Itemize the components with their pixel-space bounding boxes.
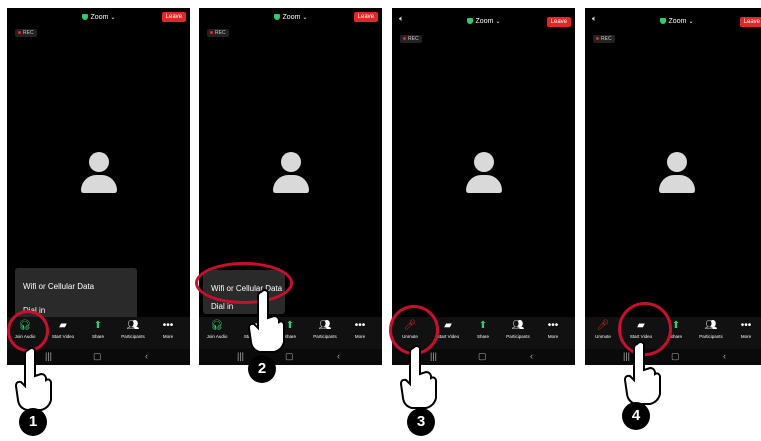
back-icon[interactable]: ‹	[337, 351, 340, 361]
participants-icon: 👥︎	[511, 320, 525, 331]
meeting-toolbar: 🎤︎ Unmute ▰ Start Video ⬆ Share 👥︎ Participa…	[585, 317, 761, 349]
chevron-down-icon: ⌄	[688, 19, 694, 25]
step-number-4: 4	[622, 402, 650, 430]
shield-icon	[81, 14, 88, 20]
rec-badge: REC	[593, 35, 615, 43]
participant-avatar	[466, 152, 502, 198]
step-number-2: 2	[248, 355, 276, 383]
more-button[interactable]: ••• More	[345, 319, 375, 339]
participants-button[interactable]: 👥︎ Participants	[310, 319, 340, 339]
step-number-1: 1	[19, 408, 47, 436]
share-icon: ⬆	[93, 320, 103, 331]
rec-dot-icon	[18, 31, 21, 34]
rec-badge: REC	[207, 29, 229, 37]
home-icon[interactable]: ▢	[285, 351, 294, 362]
rec-badge: REC	[400, 35, 422, 43]
share-button[interactable]: ⬆ Share	[83, 319, 113, 339]
rec-dot-icon	[596, 37, 599, 40]
participant-avatar	[659, 152, 695, 198]
join-audio-button[interactable]: 🎧︎ Join Audio	[202, 319, 232, 339]
more-icon: •••	[740, 320, 752, 331]
back-icon[interactable]: ‹	[530, 351, 533, 361]
phone-screen-4: 🔈︎ Zoom ⌄ Leave REC 🎤︎ Unmute ▰ Start Video…	[585, 8, 761, 365]
share-button[interactable]: ⬆ Share	[468, 319, 498, 339]
pointing-hand-icon	[247, 289, 285, 353]
home-icon[interactable]: ▢	[671, 351, 680, 362]
chevron-down-icon: ⌄	[495, 19, 501, 25]
meeting-toolbar: 🎧︎Join Audio ▰Start Video ⬆Share 👥︎Parti…	[199, 317, 382, 349]
pointing-hand-icon	[14, 347, 52, 411]
phone-screen-2: Zoom ⌄ Leave REC Wifi or Cellular Data Di…	[199, 8, 382, 365]
share-icon: ⬆	[478, 320, 488, 331]
video-off-icon: ▰	[59, 320, 67, 331]
participants-button[interactable]: 👥︎ Participants	[118, 319, 148, 339]
headphones-icon: 🎧︎	[210, 320, 224, 331]
leave-button[interactable]: Leave	[739, 17, 761, 27]
more-button[interactable]: ••• More	[538, 319, 568, 339]
shield-icon	[466, 18, 473, 24]
shield-icon	[273, 14, 280, 20]
android-nav-bar: ||| ▢ ‹	[199, 349, 382, 365]
recent-apps-icon[interactable]: |||	[237, 351, 244, 361]
rec-dot-icon	[210, 31, 213, 34]
shield-icon	[659, 18, 666, 24]
participants-button[interactable]: 👥︎ Participants	[503, 319, 533, 339]
start-video-button[interactable]: ▰Start Video	[48, 319, 78, 339]
participants-button[interactable]: 👥︎ Participants	[696, 319, 726, 339]
chevron-down-icon: ⌄	[302, 15, 308, 21]
more-icon: •••	[547, 320, 559, 331]
home-icon[interactable]: ▢	[93, 351, 102, 362]
android-nav-bar: ||| ▢ ‹	[585, 349, 761, 365]
rec-dot-icon	[403, 37, 406, 40]
participants-icon: 👥︎	[704, 320, 718, 331]
more-icon: •••	[354, 320, 366, 331]
more-button[interactable]: ••• More	[731, 319, 761, 339]
wifi-cellular-option[interactable]: Wifi or Cellular Data	[23, 282, 94, 291]
back-icon[interactable]: ‹	[145, 351, 148, 361]
unmute-button[interactable]: 🎤︎ Unmute	[588, 319, 618, 339]
leave-button[interactable]: Leave	[161, 12, 186, 22]
participants-icon: 👥︎	[126, 320, 140, 331]
leave-button[interactable]: Leave	[546, 17, 571, 27]
dial-in-option[interactable]: Dial in	[211, 302, 233, 311]
chevron-down-icon: ⌄	[110, 15, 116, 21]
leave-button[interactable]: Leave	[353, 12, 378, 22]
step-number-3: 3	[407, 408, 435, 436]
home-icon[interactable]: ▢	[478, 351, 487, 362]
participant-avatar	[81, 152, 117, 198]
participants-icon: 👥︎	[318, 320, 332, 331]
zoom-meeting-title[interactable]: Zoom ⌄	[585, 18, 761, 25]
back-icon[interactable]: ‹	[723, 351, 726, 361]
mic-off-icon: 🎤︎	[596, 320, 610, 331]
more-button[interactable]: ••• More	[153, 319, 183, 339]
participant-avatar	[273, 152, 309, 198]
more-icon: •••	[162, 320, 174, 331]
rec-badge: REC	[15, 29, 37, 37]
pointing-hand-icon	[399, 345, 437, 409]
pointing-hand-icon	[623, 341, 661, 405]
